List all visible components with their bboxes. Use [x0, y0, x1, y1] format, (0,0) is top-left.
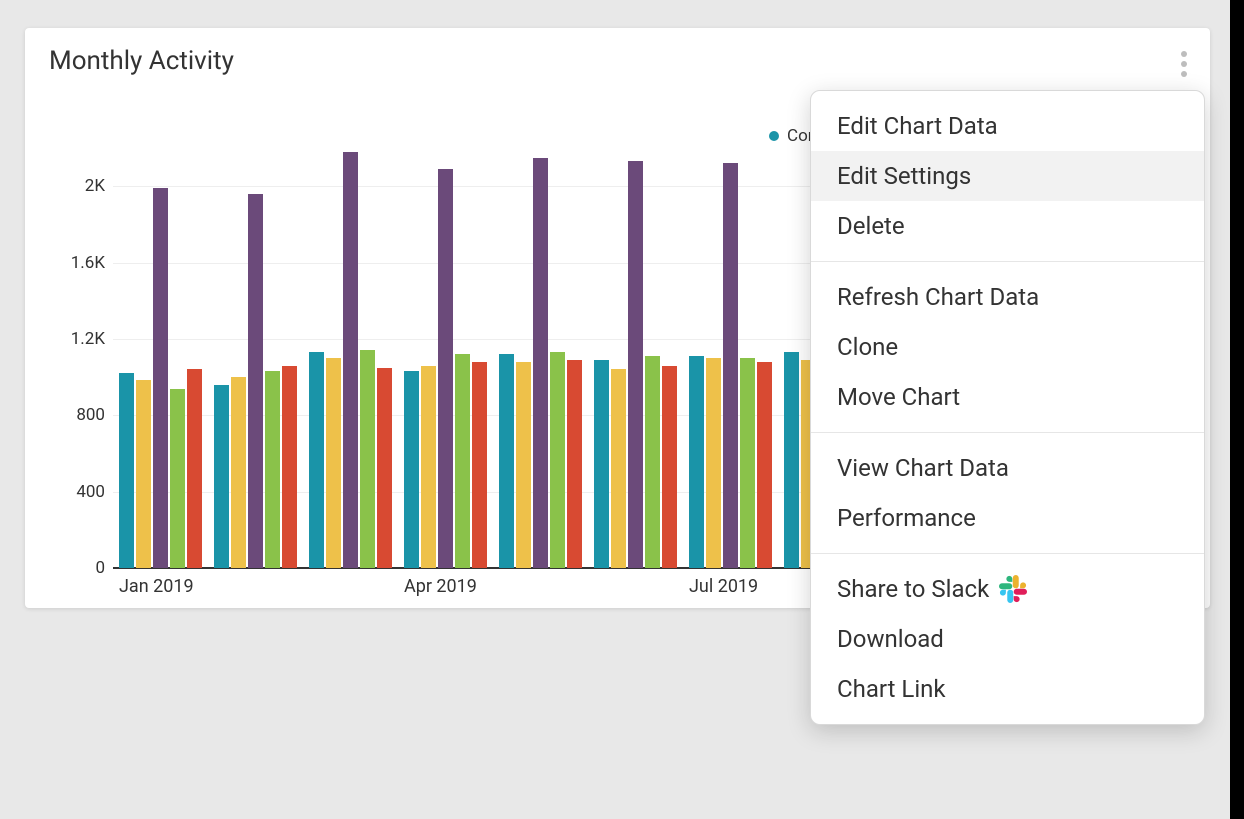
chart-bar[interactable] [309, 352, 324, 568]
chart-bar[interactable] [662, 366, 677, 568]
chart-bar[interactable] [499, 354, 514, 568]
menu-item-label: Download [837, 625, 944, 653]
card-header: Monthly Activity [49, 46, 1186, 76]
menu-item-edit-settings[interactable]: Edit Settings [811, 151, 1204, 201]
chart-bar[interactable] [326, 358, 341, 568]
chart-bar[interactable] [360, 350, 375, 568]
chart-bar[interactable] [377, 368, 392, 568]
legend-dot-icon [769, 131, 779, 141]
window-edge [1230, 0, 1244, 819]
menu-item-label: Move Chart [837, 383, 960, 411]
chart-bar[interactable] [153, 188, 168, 568]
chart-bar[interactable] [784, 352, 799, 568]
menu-item-chart-link[interactable]: Chart Link [811, 664, 1204, 714]
menu-section: Refresh Chart Data Clone Move Chart [811, 262, 1204, 433]
chart-bar[interactable] [645, 356, 660, 568]
menu-item-view-chart-data[interactable]: View Chart Data [811, 443, 1204, 493]
menu-item-label: Delete [837, 212, 905, 240]
kebab-dot-icon [1181, 51, 1187, 57]
y-tick-label: 2K [85, 176, 105, 196]
x-tick-label: Jul 2019 [689, 576, 758, 597]
chart-bar[interactable] [516, 362, 531, 568]
chart-bar[interactable] [455, 354, 470, 568]
chart-bar[interactable] [567, 360, 582, 568]
chart-bar[interactable] [740, 358, 755, 568]
chart-legend: Cor [769, 126, 814, 146]
chart-bar[interactable] [404, 371, 419, 568]
menu-item-label: Performance [837, 504, 976, 532]
chart-bar[interactable] [438, 169, 453, 568]
menu-item-share-to-slack[interactable]: Share to Slack [811, 564, 1204, 614]
menu-item-label: Edit Settings [837, 162, 971, 190]
y-tick-label: 1.2K [71, 329, 105, 349]
menu-item-refresh-chart-data[interactable]: Refresh Chart Data [811, 272, 1204, 322]
chart-bar[interactable] [214, 385, 229, 568]
menu-item-label: Edit Chart Data [837, 112, 998, 140]
chart-bar[interactable] [343, 152, 358, 568]
menu-item-label: View Chart Data [837, 454, 1009, 482]
chart-bar[interactable] [421, 366, 436, 568]
menu-item-label: Share to Slack [837, 575, 989, 603]
chart-bar[interactable] [282, 366, 297, 568]
chart-bar[interactable] [533, 158, 548, 568]
kebab-dot-icon [1181, 61, 1187, 67]
chart-bar[interactable] [689, 356, 704, 568]
menu-item-label: Chart Link [837, 675, 946, 703]
menu-section: Edit Chart Data Edit Settings Delete [811, 91, 1204, 262]
menu-item-label: Clone [837, 333, 898, 361]
chart-bar[interactable] [628, 161, 643, 568]
x-tick-label: Jan 2019 [119, 576, 194, 597]
chart-bar[interactable] [611, 369, 626, 568]
chart-title: Monthly Activity [49, 46, 234, 76]
chart-bar[interactable] [248, 194, 263, 568]
kebab-dot-icon [1181, 71, 1187, 77]
x-tick-label: Apr 2019 [404, 576, 477, 597]
chart-bar[interactable] [265, 371, 280, 568]
menu-item-download[interactable]: Download [811, 614, 1204, 664]
menu-section: Share to Slack Download Chart Link [811, 554, 1204, 724]
chart-options-button[interactable] [1172, 48, 1196, 80]
menu-item-edit-chart-data[interactable]: Edit Chart Data [811, 101, 1204, 151]
menu-item-delete[interactable]: Delete [811, 201, 1204, 251]
chart-bar[interactable] [187, 369, 202, 568]
chart-bar[interactable] [550, 352, 565, 568]
slack-icon [999, 575, 1027, 603]
chart-bar[interactable] [119, 373, 134, 568]
chart-bar[interactable] [170, 389, 185, 568]
y-tick-label: 1.6K [71, 253, 105, 273]
menu-item-label: Refresh Chart Data [837, 283, 1039, 311]
chart-bar[interactable] [757, 362, 772, 568]
menu-item-performance[interactable]: Performance [811, 493, 1204, 543]
menu-item-clone[interactable]: Clone [811, 322, 1204, 372]
chart-bar[interactable] [472, 362, 487, 568]
menu-section: View Chart Data Performance [811, 433, 1204, 554]
chart-bar[interactable] [136, 380, 151, 568]
chart-bar[interactable] [594, 360, 609, 568]
chart-bar[interactable] [706, 358, 721, 568]
chart-bar[interactable] [723, 163, 738, 568]
chart-options-menu: Edit Chart Data Edit Settings Delete Refres… [810, 90, 1205, 725]
menu-item-move-chart[interactable]: Move Chart [811, 372, 1204, 422]
y-tick-label: 800 [76, 405, 105, 425]
y-tick-label: 400 [76, 482, 105, 502]
chart-bar[interactable] [231, 377, 246, 568]
y-tick-label: 0 [95, 558, 105, 578]
